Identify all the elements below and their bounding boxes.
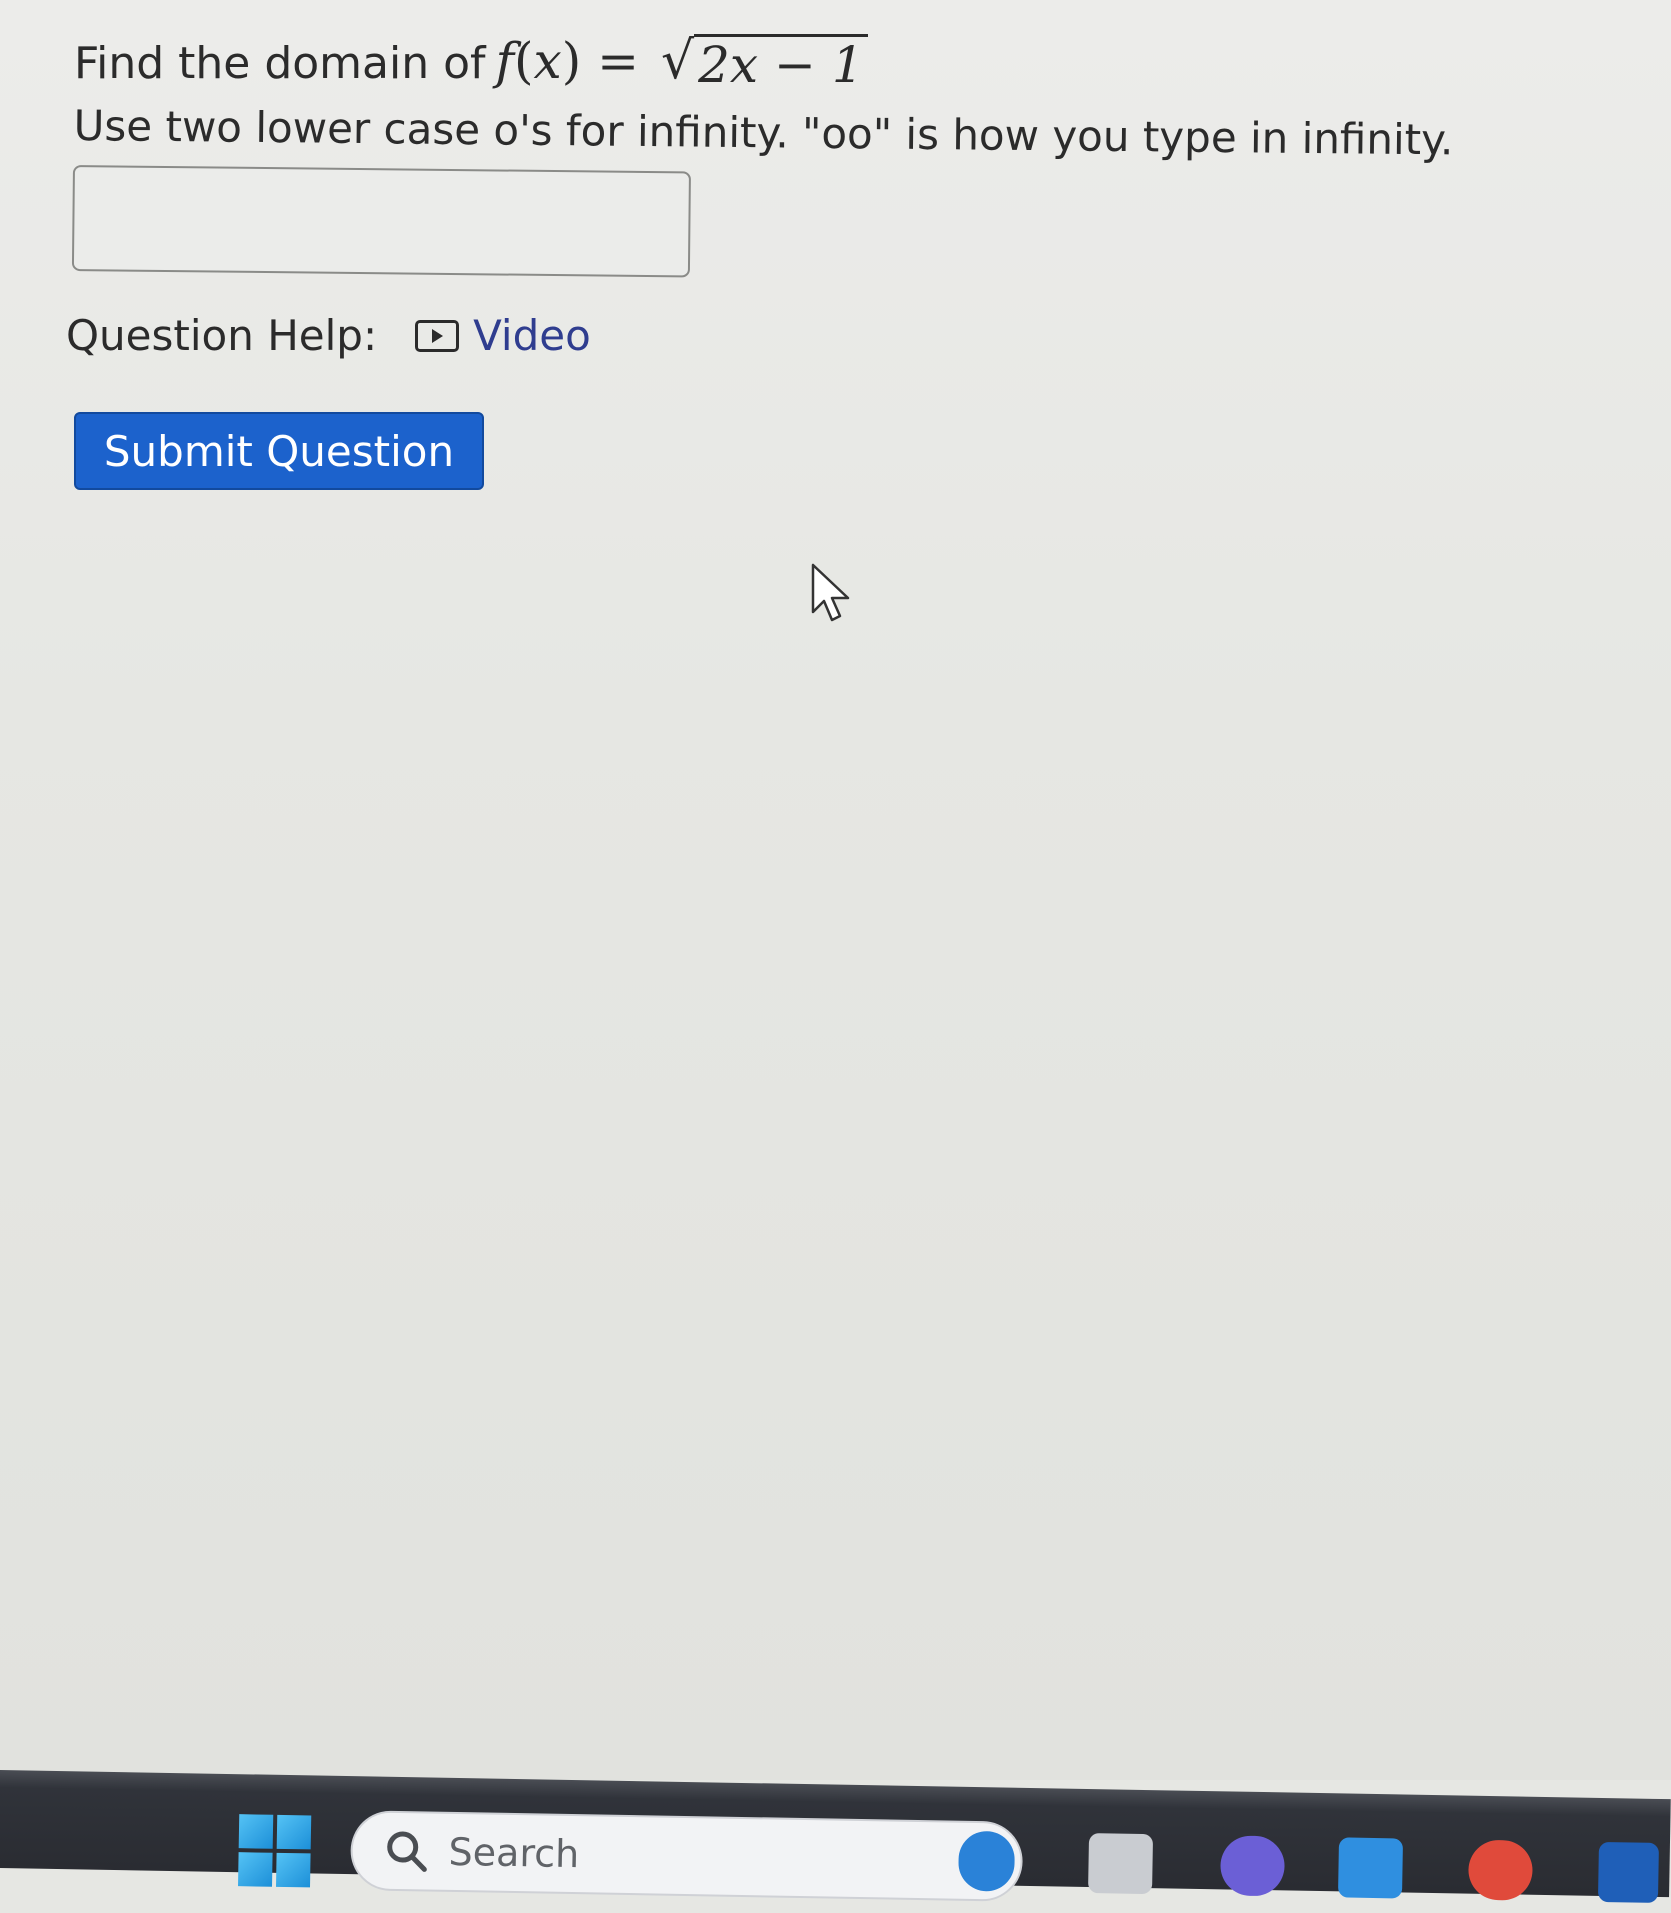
taskbar-search-label: Search (448, 1829, 580, 1877)
submit-question-button[interactable]: Submit Question (74, 412, 484, 490)
taskbar-app-icon[interactable] (1597, 1841, 1659, 1903)
function-variable: x (533, 32, 562, 90)
mouse-pointer-icon (810, 562, 854, 628)
taskbar-search-box[interactable]: Search (349, 1810, 1024, 1902)
radicand: 2x − 1 (694, 34, 868, 90)
video-help-link[interactable]: Video (415, 308, 591, 364)
function-expression: f(x) = √2x − 1 (495, 30, 868, 91)
instruction-text: Use two lower case o's for infinity. "oo… (73, 100, 1454, 165)
question-prefix: Find the domain of (74, 38, 486, 89)
answer-input[interactable] (71, 165, 691, 278)
question-help-label: Question Help: (66, 311, 378, 360)
function-name: f (495, 32, 515, 90)
taskbar-widget-icon[interactable] (958, 1830, 1016, 1892)
video-link-label: Video (473, 311, 591, 360)
taskbar-chrome-icon[interactable] (1467, 1839, 1533, 1901)
video-play-icon (415, 320, 460, 352)
square-root: √2x − 1 (655, 30, 868, 91)
windows-start-icon[interactable] (238, 1814, 312, 1888)
question-help: Question Help: Video (66, 308, 591, 364)
search-icon (382, 1827, 431, 1876)
question-text: Find the domain of f(x) = √2x − 1 (74, 30, 868, 94)
taskbar-file-explorer-icon[interactable] (1088, 1833, 1154, 1895)
taskbar-teams-icon[interactable] (1219, 1835, 1286, 1897)
question-page: Find the domain of f(x) = √2x − 1 Use two… (0, 0, 1671, 1780)
radical-sign-icon: √ (660, 31, 695, 91)
taskbar: Search (0, 1770, 1671, 1903)
